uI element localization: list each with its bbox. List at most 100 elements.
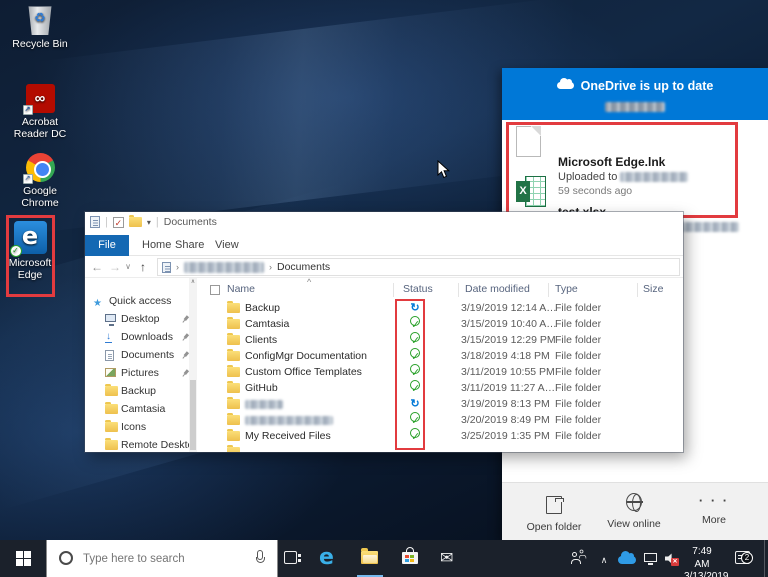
column-header-type[interactable]: Type — [555, 283, 578, 295]
sidebar-item-remote-desktop[interactable]: Remote Desktop — [85, 436, 197, 452]
folder-icon — [227, 444, 240, 452]
file-row[interactable]: Camtasia ↻✓ 3/15/2019 10:40 A… File fold… — [197, 316, 683, 332]
file-row-partial[interactable] — [197, 444, 683, 452]
sidebar-item-icons[interactable]: Icons — [85, 418, 189, 436]
onedrive-synced-badge-icon: ✓ — [9, 245, 22, 257]
microsoft-edge-icon: e ✓ — [9, 221, 47, 257]
forward-button[interactable]: → — [107, 256, 123, 278]
file-name-redacted — [245, 412, 333, 428]
file-row[interactable]: ↻✓ 3/19/2019 8:13 PM File folder — [197, 396, 683, 412]
tray-volume-button[interactable]: ✕ — [664, 540, 684, 577]
sync-status-icon: ↻✓ — [403, 348, 427, 364]
picture-icon — [105, 368, 116, 377]
action-center-button[interactable]: 2 — [732, 540, 760, 577]
search-input[interactable] — [83, 540, 243, 577]
new-folder-icon[interactable] — [128, 214, 142, 227]
column-header-name[interactable]: Name — [227, 283, 255, 295]
task-view-button[interactable] — [273, 540, 311, 577]
file-row[interactable]: Custom Office Templates ↻✓ 3/11/2019 10:… — [197, 364, 683, 380]
sidebar-scrollbar[interactable]: ∧ — [189, 278, 197, 452]
sidebar-item-downloads[interactable]: ↓ Downloads — [85, 328, 189, 346]
sync-status-icon: ↻✓ — [410, 302, 420, 314]
tray-network-button[interactable] — [642, 540, 662, 577]
sidebar-item-quick-access[interactable]: ★ Quick access — [85, 292, 189, 310]
recycle-bin-icon: ♻ — [28, 6, 52, 35]
taskbar-store-button[interactable] — [391, 540, 429, 577]
up-button[interactable]: ↑ — [135, 256, 151, 278]
clock-time: 7:49 AM — [692, 546, 712, 570]
sidebar-item-documents[interactable]: Documents — [85, 346, 189, 364]
scroll-up-icon[interactable]: ∧ — [189, 278, 197, 285]
tray-onedrive-button[interactable] — [616, 540, 640, 577]
taskbar-search[interactable] — [46, 540, 278, 577]
notification-badge: 2 — [741, 552, 753, 564]
column-header-size[interactable]: Size — [643, 283, 663, 295]
column-headers: Name ^ Status Date modified Type Size — [197, 277, 683, 300]
start-button[interactable] — [0, 540, 46, 577]
onedrive-cloud-icon — [618, 551, 636, 564]
address-location-icon — [162, 261, 171, 273]
file-row[interactable]: My Received Files ↻✓ 3/25/2019 1:35 PM F… — [197, 428, 683, 444]
file-row[interactable]: ConfigMgr Documentation ↻✓ 3/18/2019 4:1… — [197, 348, 683, 364]
breadcrumb[interactable]: Documents — [277, 261, 330, 273]
file-row[interactable]: ↻✓ 3/20/2019 8:49 PM File folder — [197, 412, 683, 428]
sync-status-icon: ↻✓ — [403, 412, 427, 428]
clock-date: 3/13/2019 — [684, 571, 729, 577]
onedrive-cloud-icon — [556, 78, 574, 89]
sidebar-item-pictures[interactable]: Pictures — [85, 364, 189, 382]
tray-clock[interactable]: 7:49 AM 3/13/2019 — [684, 540, 729, 577]
show-desktop-button[interactable] — [764, 540, 768, 577]
more-button[interactable]: · · · More — [674, 492, 754, 526]
muted-x-icon: ✕ — [671, 558, 679, 566]
view-online-button[interactable]: View online — [594, 492, 674, 530]
explorer-titlebar[interactable]: | ✓ ▾ | Documents — [85, 212, 683, 235]
qat-dropdown-icon[interactable]: ▾ — [147, 218, 151, 227]
address-bar[interactable]: › › Documents — [157, 258, 680, 276]
tray-people-button[interactable] — [570, 540, 590, 577]
back-button[interactable]: ← — [89, 256, 105, 278]
desktop-icon-recycle-bin[interactable]: ♻ Recycle Bin — [10, 4, 70, 50]
edge-icon: e — [319, 545, 334, 570]
taskbar-file-explorer-button[interactable] — [351, 540, 389, 577]
file-row[interactable]: GitHub ↻✓ 3/11/2019 11:27 A… File folder — [197, 380, 683, 396]
file-row[interactable]: Clients ↻✓ 3/15/2019 12:29 PM File folde… — [197, 332, 683, 348]
folder-icon — [105, 383, 118, 396]
cortana-icon — [59, 551, 73, 565]
scrollbar-thumb[interactable] — [190, 380, 196, 450]
desktop-icon-edge[interactable]: e ✓ Microsoft Edge — [4, 221, 56, 281]
microsoft-store-icon — [402, 547, 418, 564]
file-name: Microsoft Edge.lnk — [558, 155, 666, 169]
file-row[interactable]: Backup ↻✓ 3/19/2019 12:14 A… File folder — [197, 300, 683, 316]
properties-check-icon[interactable]: ✓ — [112, 216, 124, 228]
tab-home[interactable]: Home — [142, 235, 171, 256]
window-document-icon — [90, 216, 100, 228]
document-icon — [105, 350, 114, 361]
file-list: Backup ↻✓ 3/19/2019 12:14 A… File folder… — [197, 300, 683, 452]
desktop-icon-label: Acrobat Reader DC — [13, 116, 67, 140]
desktop-icon-acrobat[interactable]: ∞ ↗ Acrobat Reader DC — [10, 84, 70, 140]
select-all-checkbox[interactable] — [210, 285, 220, 295]
open-folder-button[interactable]: Open folder — [514, 492, 594, 533]
tray-show-hidden-icons[interactable]: ∧ — [596, 540, 612, 577]
column-header-date[interactable]: Date modified — [465, 283, 530, 295]
sidebar-item-desktop[interactable]: Desktop — [85, 310, 189, 328]
sidebar-item-camtasia[interactable]: Camtasia — [85, 400, 189, 418]
sidebar-item-backup[interactable]: Backup — [85, 382, 189, 400]
google-chrome-icon: ↗ — [22, 153, 55, 184]
taskbar-mail-button[interactable]: ✉ — [431, 540, 469, 577]
column-header-status[interactable]: Status — [403, 283, 433, 295]
mail-icon: ✉ — [440, 550, 454, 567]
history-dropdown-icon[interactable]: ∨ — [123, 256, 133, 278]
chevron-up-icon: ∧ — [600, 555, 608, 565]
tab-file[interactable]: File — [85, 235, 129, 256]
shortcut-arrow-icon: ↗ — [22, 174, 33, 184]
onedrive-account-redacted — [502, 101, 768, 113]
taskbar-edge-button[interactable]: e — [311, 540, 349, 577]
sort-caret-icon: ^ — [307, 277, 312, 287]
tab-share[interactable]: Share — [175, 235, 204, 256]
tab-view[interactable]: View — [215, 235, 239, 256]
generic-file-icon — [516, 126, 541, 157]
desktop-icon-chrome[interactable]: ↗ Google Chrome — [10, 153, 70, 209]
microphone-icon[interactable] — [255, 550, 265, 563]
network-icon — [644, 553, 657, 565]
